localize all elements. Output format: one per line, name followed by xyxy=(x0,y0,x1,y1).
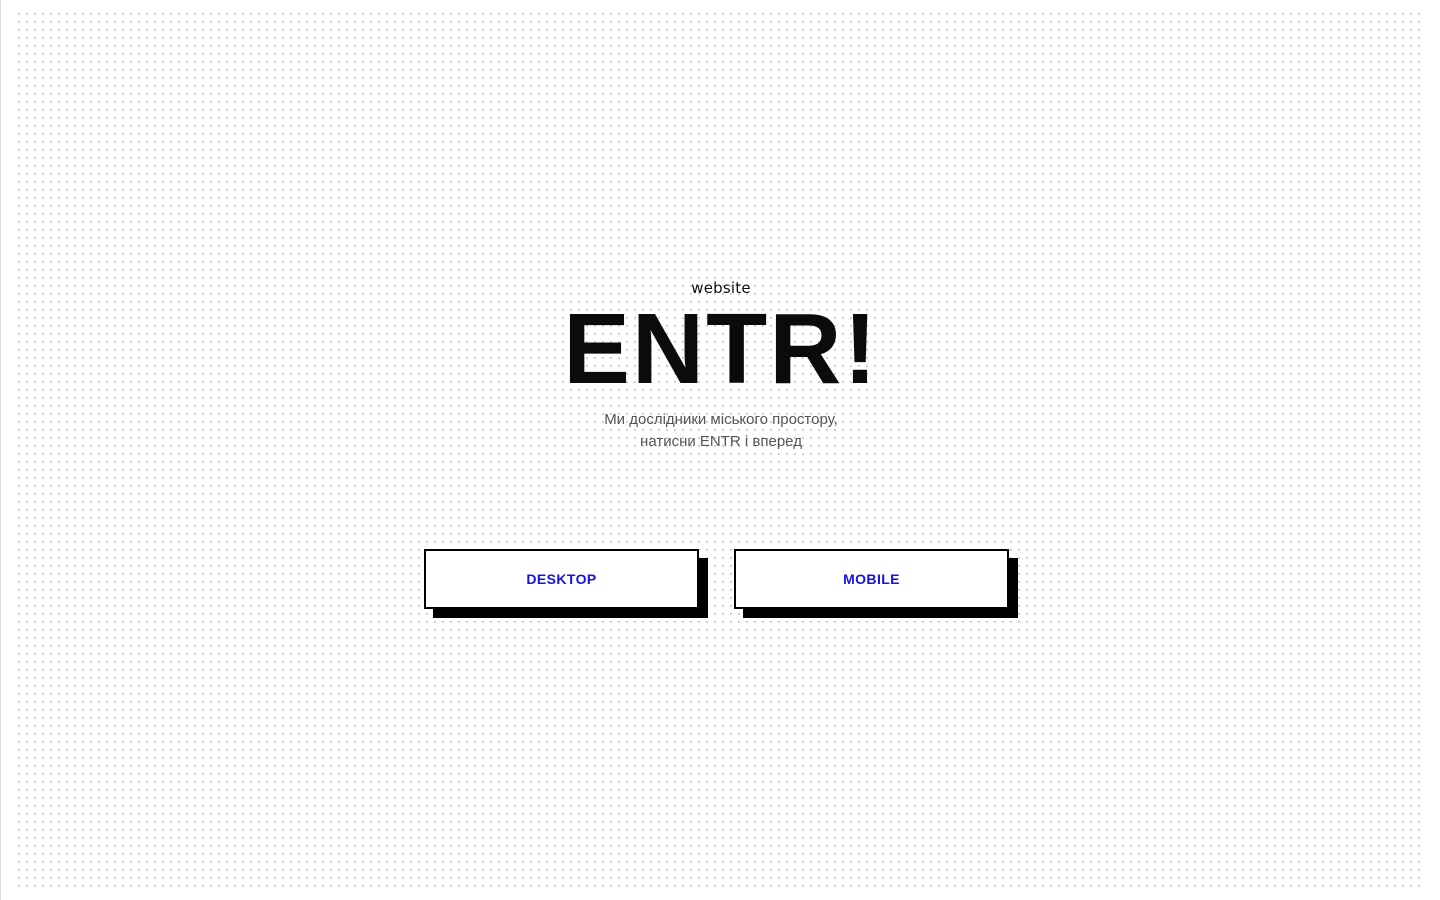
mobile-button-group: MOBILE xyxy=(734,549,1018,618)
hero-section: website ENTR! Ми дослідники міського про… xyxy=(1,0,1440,900)
mobile-button[interactable]: MOBILE xyxy=(734,549,1009,609)
brand-logo-text: ENTR! xyxy=(563,293,879,405)
desktop-button-group: DESKTOP xyxy=(424,549,708,618)
desktop-button[interactable]: DESKTOP xyxy=(424,549,699,609)
tagline-line-1: Ми дослідники міського простору, xyxy=(604,411,838,428)
tagline: Ми дослідники міського простору, натисни… xyxy=(1,409,1440,453)
tagline-line-2: натисни ENTR і вперед xyxy=(640,433,802,450)
page-frame: website ENTR! Ми дослідники міського про… xyxy=(0,0,1440,900)
